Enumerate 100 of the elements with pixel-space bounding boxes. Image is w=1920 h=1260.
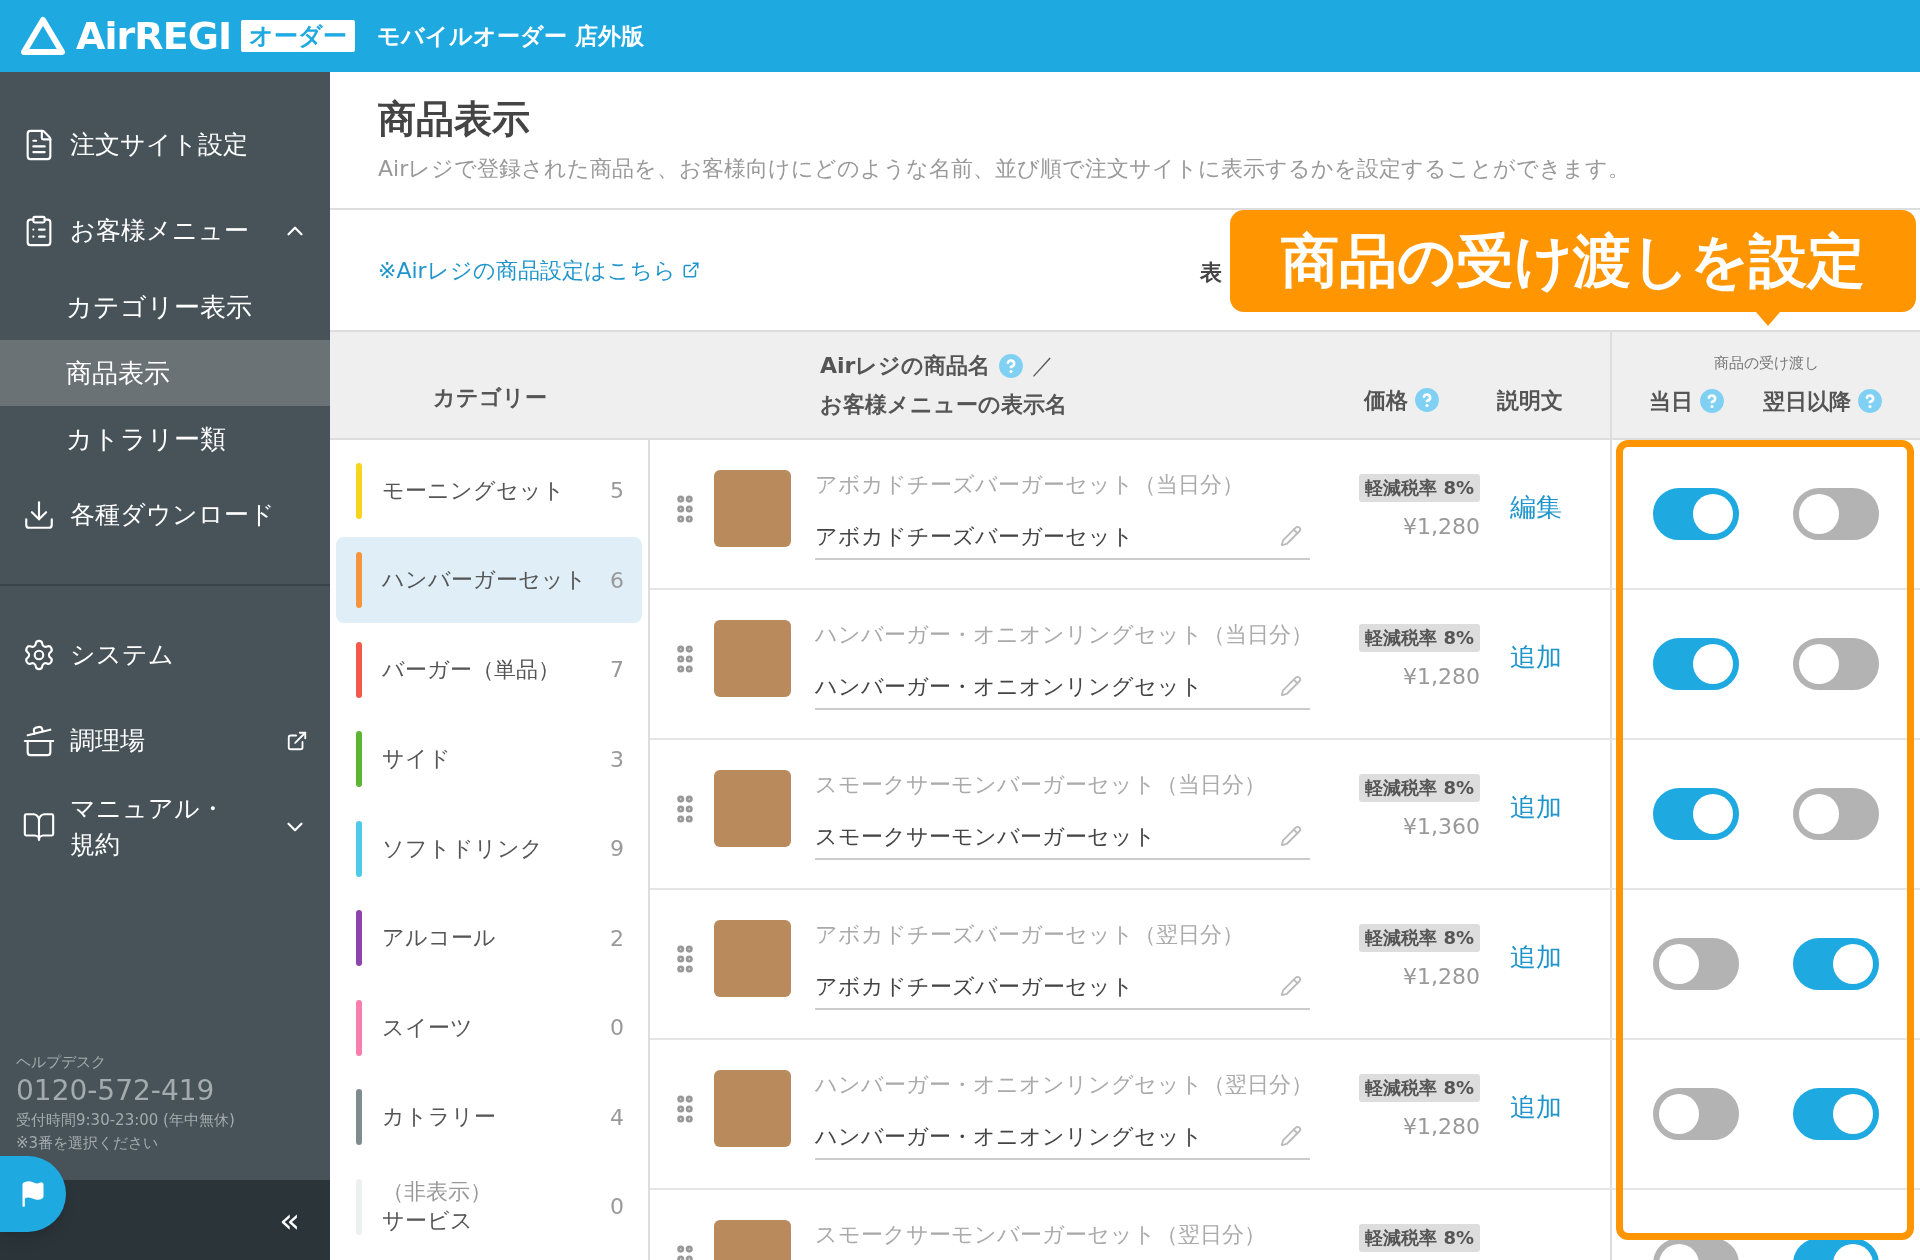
sidebar-item[interactable]: マニュアル・規約 [0,784,330,870]
category-name: スイーツ [382,1013,474,1042]
category-name: サービス [382,1206,474,1235]
category-count: 0 [610,1193,624,1221]
sidebar-item[interactable]: システム [0,612,330,698]
sidebar-subitem[interactable]: カテゴリー表示 [0,274,330,340]
tax-rate-tag: 軽減税率 8% [1359,1224,1480,1252]
display-name-field[interactable]: ハンバーガー・オニオンリングセット [815,664,1310,710]
toggle-switch[interactable] [1653,488,1739,540]
original-product-name: ハンバーガー・オニオンリングセット（翌日分） [815,1071,1310,1099]
tax-rate-tag: 軽減税率 8% [1359,474,1480,502]
display-name-field[interactable]: アボカドチーズバーガーセット [815,964,1310,1010]
column-header: お客様メニューの表示名 [820,391,1068,419]
product-price: ¥1,280 [1403,663,1480,691]
product-price: ¥1,280 [1403,963,1480,991]
toggle-switch[interactable] [1793,488,1879,540]
sidebar-icon [22,638,56,672]
sidebar-item[interactable]: 注文サイト設定 [0,102,330,188]
sidebar-item[interactable]: 各種ダウンロード [0,472,330,558]
edit-icon[interactable] [1280,975,1302,997]
edit-icon[interactable] [1280,1125,1302,1147]
callout-text: 商品の受け渡しを設定 [1281,225,1865,297]
product-price: ¥1,280 [1403,513,1480,541]
category-name: サイド [382,745,452,773]
help-icon[interactable] [998,352,1025,379]
helpdesk-note: ※3番を選択ください [16,1132,160,1154]
page-description: Airレジで登録された商品を、お客様向けにどのような名前、並び順で注文サイトに表示するかを設定することができます。 [378,155,1632,183]
column-header: 翌日以降 [1763,387,1851,416]
helpdesk-phone: 0120-572-419 [16,1073,216,1109]
sidebar-label: 注文サイト設定 [70,129,248,161]
display-name-field[interactable]: スモークサーモンバーガーセット [815,814,1310,860]
help-icon[interactable] [1414,387,1440,413]
external-link-icon [681,261,700,279]
sidebar-label: お客様メニュー [70,215,249,247]
category-count: 5 [610,477,624,505]
toggle-switch[interactable] [1793,788,1879,840]
flag-button[interactable] [0,1156,66,1232]
sidebar-label: 各種ダウンロード [70,499,275,531]
category-item[interactable]: サイド 3 [336,716,642,802]
sidebar-item[interactable]: お客様メニュー [0,188,330,274]
product-price: ¥1,360 [1403,813,1480,841]
category-item[interactable]: バーガー（単品） 7 [336,626,642,713]
tax-rate-tag: 軽減税率 8% [1359,774,1480,802]
tax-rate-tag: 軽減税率 8% [1359,1074,1480,1102]
column-group-header: 商品の受け渡し [1713,353,1819,375]
display-name-field[interactable]: アボカドチーズバーガーセット [815,514,1310,560]
triangle-logo-icon [20,16,66,56]
toggle-switch[interactable] [1653,788,1739,840]
edit-icon[interactable] [1280,825,1302,847]
app-subtitle: モバイルオーダー 店外版 [377,21,645,51]
display-label: 表 [1200,259,1222,287]
product-price: ¥1,280 [1403,1113,1480,1141]
sidebar-icon [22,498,56,532]
category-count: 0 [610,1014,624,1042]
category-item[interactable]: ソフトドリンク 9 [336,805,642,892]
category-item[interactable]: （非表示） サービス 0 [336,1163,642,1250]
category-count: 6 [610,566,624,595]
display-name-field[interactable]: ハンバーガー・オニオンリングセット [815,1114,1310,1160]
category-name: ソフトドリンク [382,834,544,863]
tax-rate-tag: 軽減税率 8% [1359,924,1480,952]
category-count: 4 [610,1103,624,1132]
category-name: カトラリー [382,1103,497,1131]
logo-text: AirREGI [76,12,232,60]
toggle-switch[interactable] [1793,1088,1879,1140]
sidebar-subitem[interactable]: カトラリー類 [0,406,330,472]
sidebar-item[interactable]: 調理場 [0,698,330,784]
category-item[interactable]: アルコール 2 [336,895,642,981]
toggle-switch[interactable] [1653,638,1739,690]
category-count: 7 [610,656,624,684]
help-icon[interactable] [1699,388,1725,415]
category-name: アルコール [382,924,497,952]
page-title: 商品表示 [378,96,531,143]
toggle-switch[interactable] [1653,1088,1739,1140]
sidebar-label: 調理場 [70,725,145,757]
slash-separator: ／ [1032,352,1055,380]
toggle-switch[interactable] [1793,638,1879,690]
sidebar-icon [22,724,56,758]
original-product-name: アボカドチーズバーガーセット（当日分） [815,471,1245,499]
category-name: モーニングセット [382,476,566,505]
help-icon[interactable] [1857,388,1883,415]
collapse-sidebar-button[interactable]: « [279,1203,300,1237]
tax-rate-tag: 軽減税率 8% [1359,624,1480,652]
toggle-switch[interactable] [1793,938,1879,990]
helpdesk-hours: 受付時間9:30-23:00 (年中無休) [16,1110,236,1131]
helpdesk-label: ヘルプデスク [16,1051,107,1073]
sidebar-label: マニュアル・規約 [70,793,226,861]
order-badge: オーダー [241,20,356,52]
category-item[interactable]: モーニングセット 5 [336,447,642,534]
toggle-switch[interactable] [1653,938,1739,990]
category-item[interactable]: スイーツ 0 [336,984,642,1071]
sidebar-label: システム [70,639,174,671]
hidden-tag: （非表示） [382,1177,610,1206]
category-item[interactable]: ハンバーガーセット 6 [336,537,642,623]
category-name: ハンバーガーセット [382,566,588,594]
edit-icon[interactable] [1280,525,1302,547]
original-product-name: スモークサーモンバーガーセット（翌日分） [815,1221,1267,1249]
sidebar-subitem[interactable]: 商品表示 [0,340,330,406]
column-header: Airレジの商品名 [820,352,991,380]
category-item[interactable]: カトラリー 4 [336,1074,642,1160]
edit-icon[interactable] [1280,675,1302,697]
